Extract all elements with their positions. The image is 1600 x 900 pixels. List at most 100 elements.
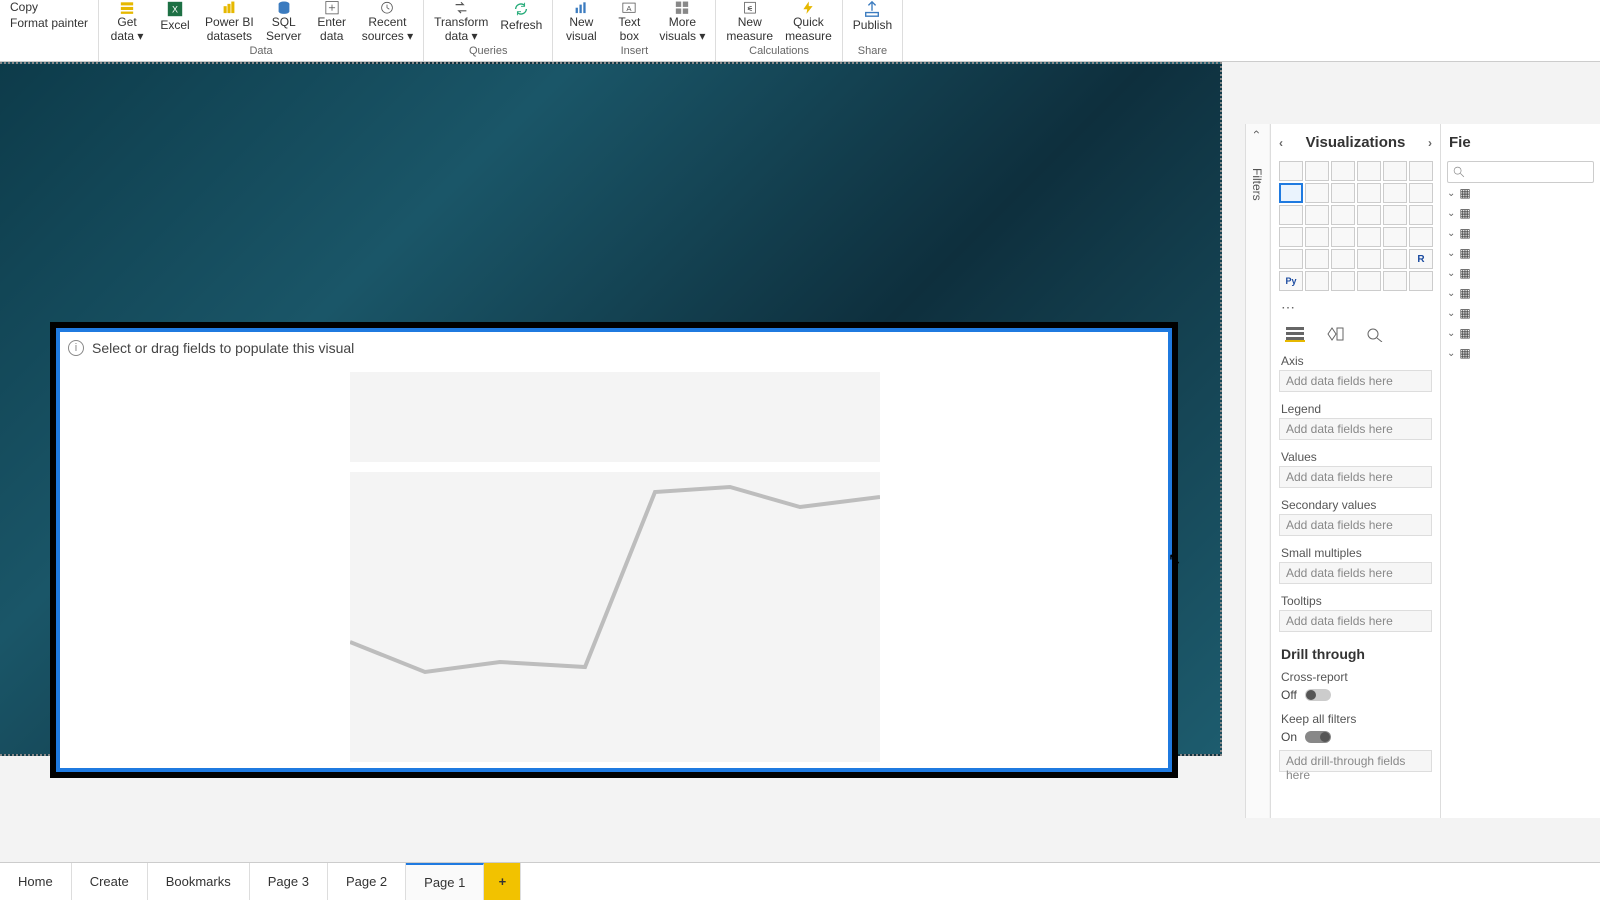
- refresh-button[interactable]: Refresh: [494, 0, 548, 44]
- chevron-right-icon[interactable]: ›: [1428, 136, 1432, 150]
- svg-text:A: A: [627, 4, 633, 13]
- viz-matrix[interactable]: [1383, 249, 1407, 269]
- viz-stacked-area[interactable]: [1331, 183, 1355, 203]
- axis-well[interactable]: Add data fields here: [1279, 370, 1432, 392]
- viz-ribbon[interactable]: [1409, 183, 1433, 203]
- enter-data-button[interactable]: Enter data: [308, 0, 356, 44]
- viz-treemap[interactable]: [1409, 205, 1433, 225]
- visual-container[interactable]: i Select or drag fields to populate this…: [50, 322, 1178, 778]
- new-visual-button[interactable]: New visual: [557, 0, 605, 44]
- viz-slicer[interactable]: [1331, 249, 1355, 269]
- table-row[interactable]: ⌄▦: [1441, 323, 1600, 343]
- viz-kpi[interactable]: [1305, 249, 1329, 269]
- report-stage: i Select or drag fields to populate this…: [0, 62, 1600, 756]
- viz-azure-map[interactable]: [1357, 227, 1381, 247]
- viz-line-clustered-column[interactable]: [1383, 183, 1407, 203]
- viz-key-influencers[interactable]: [1305, 271, 1329, 291]
- line-chart-visual[interactable]: i Select or drag fields to populate this…: [56, 328, 1172, 772]
- viz-table[interactable]: [1357, 249, 1381, 269]
- viz-waterfall[interactable]: [1279, 205, 1303, 225]
- viz-more-button[interactable]: ⋯: [1271, 297, 1440, 322]
- secondary-well[interactable]: Add data fields here: [1279, 514, 1432, 536]
- table-row[interactable]: ⌄▦: [1441, 303, 1600, 323]
- quick-measure-button[interactable]: Quick measure: [779, 0, 838, 44]
- recent-sources-button[interactable]: Recent sources ▾: [356, 0, 419, 44]
- new-measure-button[interactable]: ⚟New measure: [720, 0, 779, 44]
- tab-bookmarks[interactable]: Bookmarks: [148, 863, 250, 900]
- viz-100-column[interactable]: [1409, 161, 1433, 181]
- viz-funnel[interactable]: [1305, 205, 1329, 225]
- tab-home[interactable]: Home: [0, 863, 72, 900]
- legend-well[interactable]: Add data fields here: [1279, 418, 1432, 440]
- chevron-down-icon: ⌄: [1447, 228, 1455, 239]
- viz-clustered-bar[interactable]: [1331, 161, 1355, 181]
- fields-pane: Fie ⌄▦ ⌄▦ ⌄▦ ⌄▦ ⌄▦ ⌄▦ ⌄▦ ⌄▦ ⌄▦: [1440, 124, 1600, 818]
- viz-line-chart[interactable]: [1279, 183, 1303, 203]
- tab-page-3[interactable]: Page 3: [250, 863, 328, 900]
- text-box-button[interactable]: AText box: [605, 0, 653, 44]
- viz-r-script[interactable]: R: [1409, 249, 1433, 269]
- analytics-tab-icon[interactable]: [1365, 326, 1385, 342]
- viz-clustered-column[interactable]: [1357, 161, 1381, 181]
- get-data-button[interactable]: Get data ▾: [103, 0, 151, 44]
- viz-pie[interactable]: [1357, 205, 1381, 225]
- table-row[interactable]: ⌄▦: [1441, 343, 1600, 363]
- viz-stacked-column[interactable]: [1305, 161, 1329, 181]
- viz-shape-map[interactable]: [1331, 227, 1355, 247]
- transform-data-button[interactable]: Transform data ▾: [428, 0, 494, 44]
- filters-pane-collapsed[interactable]: ‹ Filters: [1245, 124, 1269, 818]
- page-tabs: Home Create Bookmarks Page 3 Page 2 Page…: [0, 862, 1600, 900]
- keep-filters-state: On: [1281, 730, 1297, 744]
- small-multiples-well[interactable]: Add data fields here: [1279, 562, 1432, 584]
- viz-decomposition[interactable]: [1331, 271, 1355, 291]
- chevron-down-icon: ⌄: [1447, 208, 1455, 219]
- viz-area-chart[interactable]: [1305, 183, 1329, 203]
- viz-qa[interactable]: [1357, 271, 1381, 291]
- viz-100-bar[interactable]: [1383, 161, 1407, 181]
- more-visuals-button[interactable]: More visuals ▾: [653, 0, 711, 44]
- viz-stacked-bar[interactable]: [1279, 161, 1303, 181]
- viz-line-stacked-column[interactable]: [1357, 183, 1381, 203]
- table-row[interactable]: ⌄▦: [1441, 243, 1600, 263]
- viz-gauge[interactable]: [1383, 227, 1407, 247]
- viz-map[interactable]: [1279, 227, 1303, 247]
- viz-multi-card[interactable]: [1279, 249, 1303, 269]
- viz-card[interactable]: [1409, 227, 1433, 247]
- viz-scatter[interactable]: [1331, 205, 1355, 225]
- format-painter-button[interactable]: Format painter: [10, 16, 88, 30]
- table-row[interactable]: ⌄▦: [1441, 183, 1600, 203]
- report-canvas[interactable]: i Select or drag fields to populate this…: [0, 62, 1222, 756]
- excel-button[interactable]: XExcel: [151, 0, 199, 44]
- table-row[interactable]: ⌄▦: [1441, 263, 1600, 283]
- visual-hint: i Select or drag fields to populate this…: [68, 340, 354, 356]
- viz-filled-map[interactable]: [1305, 227, 1329, 247]
- viz-paginated[interactable]: [1409, 271, 1433, 291]
- svg-text:⚟: ⚟: [747, 6, 753, 13]
- powerbi-datasets-button[interactable]: Power BI datasets: [199, 0, 260, 44]
- table-row[interactable]: ⌄▦: [1441, 203, 1600, 223]
- viz-smart-narrative[interactable]: [1383, 271, 1407, 291]
- tooltips-well[interactable]: Add data fields here: [1279, 610, 1432, 632]
- keep-filters-toggle[interactable]: [1305, 731, 1331, 743]
- tab-page-2[interactable]: Page 2: [328, 863, 406, 900]
- add-page-button[interactable]: +: [484, 863, 521, 900]
- tab-create[interactable]: Create: [72, 863, 148, 900]
- drill-through-well[interactable]: Add drill-through fields here: [1279, 750, 1432, 772]
- chevron-left-icon[interactable]: ‹: [1250, 130, 1264, 134]
- copy-button[interactable]: Copy: [10, 0, 88, 14]
- fields-search[interactable]: [1447, 161, 1594, 183]
- format-tab-icon[interactable]: [1325, 326, 1345, 342]
- fields-tab-icon[interactable]: [1285, 326, 1305, 342]
- table-row[interactable]: ⌄▦: [1441, 283, 1600, 303]
- tab-page-1[interactable]: Page 1: [406, 863, 484, 900]
- values-well[interactable]: Add data fields here: [1279, 466, 1432, 488]
- viz-donut[interactable]: [1383, 205, 1407, 225]
- cross-report-label: Cross-report: [1271, 666, 1440, 686]
- sql-server-button[interactable]: SQL Server: [260, 0, 308, 44]
- viz-python[interactable]: Py: [1279, 271, 1303, 291]
- chevron-left-icon[interactable]: ‹: [1279, 136, 1283, 150]
- table-row[interactable]: ⌄▦: [1441, 223, 1600, 243]
- publish-button[interactable]: Publish: [847, 0, 898, 44]
- ribbon-group-queries: Transform data ▾ Refresh Queries: [424, 0, 553, 61]
- cross-report-toggle[interactable]: [1305, 689, 1331, 701]
